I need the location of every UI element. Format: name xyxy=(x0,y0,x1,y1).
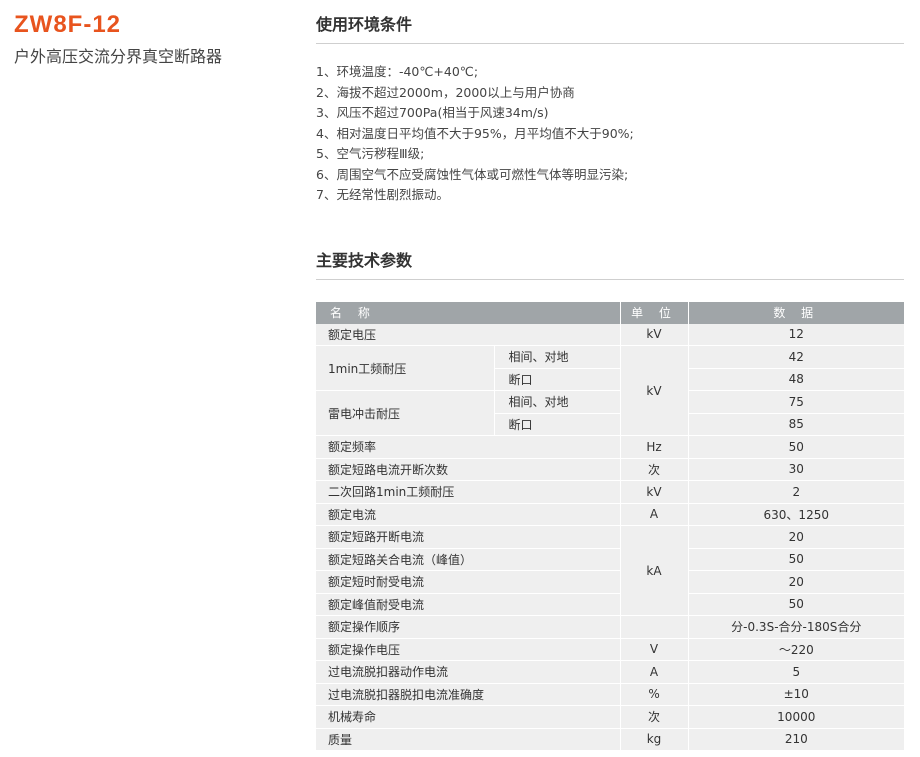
param-subname: 相间、对地 xyxy=(494,345,621,369)
conditions-title: 使用环境条件 xyxy=(316,0,904,44)
table-row: 额定短路电流开断次数 次 30 xyxy=(316,458,905,481)
param-name: 额定短路电流开断次数 xyxy=(316,458,621,481)
list-item: 2、海拔不超过2000m，2000以上与用户协商 xyxy=(316,84,575,100)
param-value: 分-0.3S-合分-180S合分 xyxy=(688,615,905,639)
param-name: 质量 xyxy=(316,728,621,751)
param-name: 额定频率 xyxy=(316,435,621,459)
header-value: 数 据 xyxy=(688,301,905,324)
param-value: ～220 xyxy=(688,638,905,661)
param-unit xyxy=(620,615,689,639)
param-value: 48 xyxy=(688,368,905,391)
param-value: ±10 xyxy=(688,683,905,706)
param-subname: 相间、对地 xyxy=(494,390,621,414)
table-row: 额定操作电压 V ～220 xyxy=(316,638,905,661)
list-item: 5、空气污秽程Ⅲ级; xyxy=(316,146,425,161)
params-title: 主要技术参数 xyxy=(316,236,904,280)
table-row: 额定短时耐受电流 20 xyxy=(316,570,905,594)
header-name: 名 称 xyxy=(316,301,621,324)
table-row: 雷电冲击耐压 相间、对地 75 xyxy=(316,390,905,436)
param-name: 额定短路开断电流 xyxy=(316,525,621,549)
param-name: 1min工频耐压 xyxy=(316,345,495,391)
param-name: 额定电压 xyxy=(316,323,621,346)
param-name: 额定电流 xyxy=(316,503,621,526)
table-row: 额定峰值耐受电流 50 xyxy=(316,593,905,616)
list-item: 6、周围空气不应受腐蚀性气体或可燃性气体等明显污染; xyxy=(316,166,629,182)
table-row: 1min工频耐压 相间、对地 kV 42 xyxy=(316,345,905,436)
table-row: 过电流脱扣器动作电流 A 5 xyxy=(316,660,905,684)
table-row: 过电流脱扣器脱扣电流准确度 % ±10 xyxy=(316,683,905,706)
table-row: 质量 kg 210 xyxy=(316,728,905,751)
param-name: 过电流脱扣器动作电流 xyxy=(316,660,621,684)
product-subtitle: 户外高压交流分界真空断路器 xyxy=(14,47,223,66)
list-item: 7、无经常性剧烈振动。 xyxy=(316,187,449,202)
param-unit: 次 xyxy=(620,705,689,729)
param-name: 过电流脱扣器脱扣电流准确度 xyxy=(316,683,621,706)
table-row: 额定频率 Hz 50 xyxy=(316,435,905,459)
param-name: 额定短路关合电流（峰值） xyxy=(316,548,621,571)
param-value: 2 xyxy=(688,480,905,504)
table-row: 额定短路关合电流（峰值） 50 xyxy=(316,548,905,571)
param-subname: 断口 xyxy=(494,413,621,436)
param-value: 50 xyxy=(688,435,905,459)
param-unit: % xyxy=(620,683,689,706)
param-value: 630、1250 xyxy=(688,503,905,526)
param-name: 雷电冲击耐压 xyxy=(316,390,495,436)
param-unit: kA xyxy=(620,525,689,616)
conditions-list: 1、环境温度：-40℃+40℃; 2、海拔不超过2000m，2000以上与用户协… xyxy=(316,62,904,206)
table-row: 额定短路开断电流 kA 20 xyxy=(316,525,905,616)
param-value: 30 xyxy=(688,458,905,481)
param-value: 50 xyxy=(688,593,905,616)
param-value: 20 xyxy=(688,570,905,594)
param-name: 额定短时耐受电流 xyxy=(316,570,621,594)
param-value: 42 xyxy=(688,345,905,369)
param-value: 210 xyxy=(688,728,905,751)
table-row: 额定电压 kV 12 xyxy=(316,323,905,346)
param-value: 75 xyxy=(688,390,905,414)
param-name: 额定操作电压 xyxy=(316,638,621,661)
param-value: 10000 xyxy=(688,705,905,729)
content-panel: 使用环境条件 1、环境温度：-40℃+40℃; 2、海拔不超过2000m，200… xyxy=(316,0,905,752)
header-unit: 单 位 xyxy=(620,301,689,324)
param-unit: kg xyxy=(620,728,689,751)
list-item: 1、环境温度：-40℃+40℃; xyxy=(316,64,479,79)
param-name: 机械寿命 xyxy=(316,705,621,729)
param-name: 二次回路1min工频耐压 xyxy=(316,480,621,504)
product-header: ZW8F-12 户外高压交流分界真空断路器 xyxy=(14,10,222,68)
param-value: 50 xyxy=(688,548,905,571)
param-unit: kV xyxy=(620,323,689,346)
param-value: 20 xyxy=(688,525,905,549)
param-name: 额定峰值耐受电流 xyxy=(316,593,621,616)
param-unit: A xyxy=(620,660,689,684)
table-row: 二次回路1min工频耐压 kV 2 xyxy=(316,480,905,504)
table-row: 额定操作顺序 分-0.3S-合分-180S合分 xyxy=(316,615,905,639)
table-row: 机械寿命 次 10000 xyxy=(316,705,905,729)
product-model: ZW8F-12 xyxy=(14,11,122,38)
table-row: 额定电流 A 630、1250 xyxy=(316,503,905,526)
param-value: 12 xyxy=(688,323,905,346)
param-subname: 断口 xyxy=(494,368,621,391)
table-header-row: 名 称 单 位 数 据 xyxy=(316,301,905,324)
param-unit: kV xyxy=(620,480,689,504)
param-value: 85 xyxy=(688,413,905,436)
param-value: 5 xyxy=(688,660,905,684)
param-unit: V xyxy=(620,638,689,661)
param-unit: Hz xyxy=(620,435,689,459)
param-unit: 次 xyxy=(620,458,689,481)
list-item: 3、风压不超过700Pa(相当于风速34m/s) xyxy=(316,105,549,120)
param-name: 额定操作顺序 xyxy=(316,615,621,639)
param-unit: A xyxy=(620,503,689,526)
param-unit: kV xyxy=(620,345,689,436)
list-item: 4、相对温度日平均值不大于95%，月平均值不大于90%; xyxy=(316,125,634,141)
params-table: 名 称 单 位 数 据 额定电压 kV 12 1min工频耐压 相间、对地 kV… xyxy=(316,301,905,752)
